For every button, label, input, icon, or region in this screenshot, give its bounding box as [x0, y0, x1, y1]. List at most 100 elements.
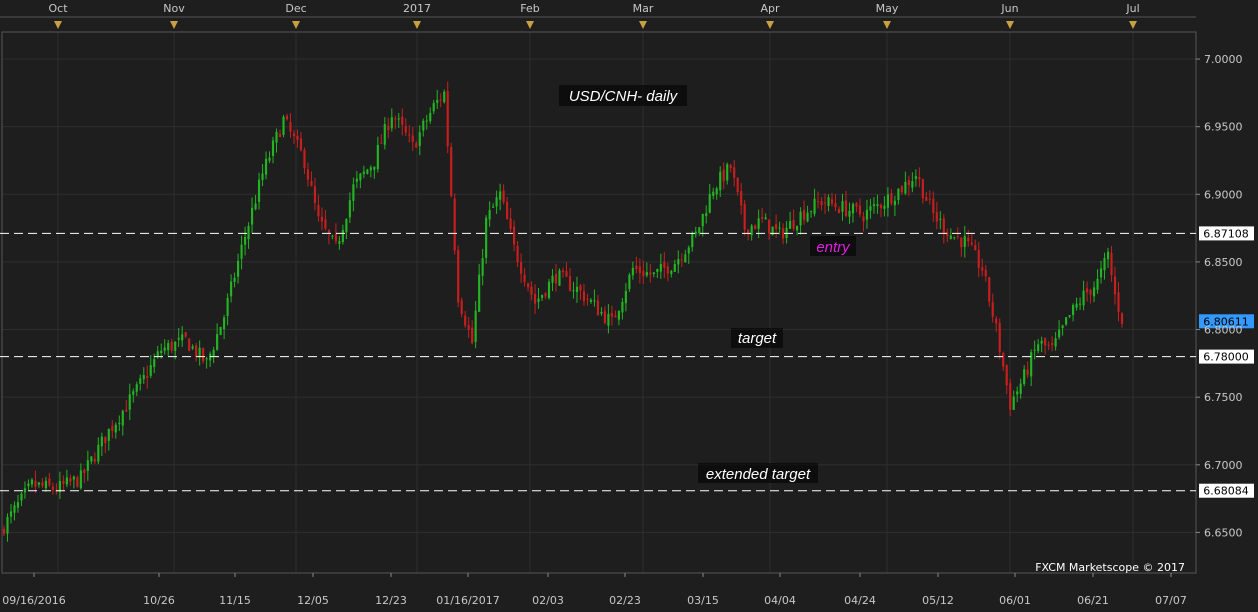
candle-body [733, 167, 736, 178]
candle-body [1068, 315, 1071, 317]
candle-body [680, 259, 683, 261]
candle-body [320, 216, 324, 222]
candle-body [981, 267, 984, 271]
candle-body [34, 480, 37, 487]
month-label: Nov [163, 2, 185, 15]
candle-body [160, 350, 163, 354]
candle-body [499, 191, 502, 200]
candle-body [956, 236, 959, 238]
candle-body [1089, 289, 1092, 295]
candle-body [394, 118, 397, 120]
date-label: 02/03 [532, 594, 564, 607]
candle-body [408, 134, 411, 136]
candle-body [533, 293, 537, 304]
candle-body [188, 338, 191, 352]
candle-body [914, 176, 917, 179]
candle-body [9, 511, 13, 517]
candle-body [939, 218, 942, 220]
candle-body [893, 200, 896, 206]
date-label: 09/16/2016 [2, 594, 65, 607]
candle-body [457, 249, 460, 303]
candle [558, 268, 561, 287]
candle-body [670, 270, 673, 275]
candle-body [708, 194, 711, 213]
candle-body [453, 198, 456, 251]
candle-body [1110, 252, 1113, 276]
candle-body [418, 132, 421, 146]
candle-body [86, 460, 89, 471]
candle-body [775, 224, 778, 230]
candle-body [911, 181, 914, 188]
candle-body [659, 264, 662, 272]
candle-body [348, 200, 351, 218]
candle-body [656, 268, 659, 273]
price-tick-label: 6.8500 [1204, 256, 1243, 269]
candle-body [544, 293, 547, 297]
candle-body [485, 217, 488, 258]
candle-body [575, 286, 579, 293]
level-tag-label: 6.68084 [1203, 485, 1249, 498]
candle-body [271, 140, 275, 156]
candle-body [830, 199, 834, 204]
candle-body [345, 219, 348, 233]
candle-body [768, 219, 771, 234]
candle-body [205, 358, 208, 360]
candle-body [13, 505, 16, 513]
candle [453, 193, 456, 255]
date-label: 07/07 [1155, 594, 1187, 607]
candle-body [719, 171, 722, 191]
candle-body [530, 286, 533, 295]
candle-body [799, 211, 802, 226]
candle-body [932, 198, 935, 214]
candle-body [886, 194, 890, 208]
candle-body [264, 158, 268, 175]
candle-body [369, 167, 372, 171]
candle-body [44, 480, 48, 489]
candle-body [617, 310, 620, 320]
candle-body [722, 169, 725, 182]
candle-body [547, 281, 551, 299]
candle-body [317, 205, 320, 217]
candle-body [1030, 352, 1033, 377]
candle-body [1103, 258, 1106, 271]
candle-body [586, 298, 589, 300]
candle-body [422, 120, 425, 131]
candle-body [282, 116, 285, 135]
candle-body [306, 169, 310, 180]
candle-body [331, 235, 334, 237]
candle-body [97, 444, 100, 462]
candle-body [907, 180, 910, 186]
candle-body [243, 237, 247, 245]
candle-body [1120, 313, 1124, 324]
candle-body [324, 219, 327, 229]
candle-body [1033, 349, 1036, 351]
candle-body [1099, 268, 1103, 278]
price-tick-label: 6.9500 [1204, 121, 1243, 134]
candle [450, 142, 453, 198]
candle-body [69, 478, 72, 482]
price-tick-label: 6.7000 [1204, 459, 1243, 472]
price-tick-label: 6.8000 [1204, 324, 1243, 337]
candle-body [607, 314, 610, 326]
candle-body [488, 210, 491, 220]
candle-body [90, 456, 93, 462]
candle-body [949, 235, 952, 239]
candle-body [946, 231, 949, 237]
candle-body [834, 203, 837, 208]
candle-body [988, 277, 991, 302]
candle-body [904, 181, 907, 194]
candle-body [635, 265, 638, 269]
candle-body [366, 169, 369, 174]
candle-body [1051, 342, 1054, 345]
candle-body [153, 359, 156, 368]
date-label: 11/15 [219, 594, 251, 607]
date-label: 10/26 [143, 594, 175, 607]
candle-body [250, 207, 254, 225]
candle-body [883, 205, 886, 209]
candle-body [816, 201, 820, 203]
candle-body [764, 217, 767, 220]
date-label: 06/21 [1077, 594, 1109, 607]
candle-body [471, 327, 474, 344]
candle-body [1075, 303, 1078, 308]
price-tick-label: 6.6500 [1204, 526, 1243, 539]
